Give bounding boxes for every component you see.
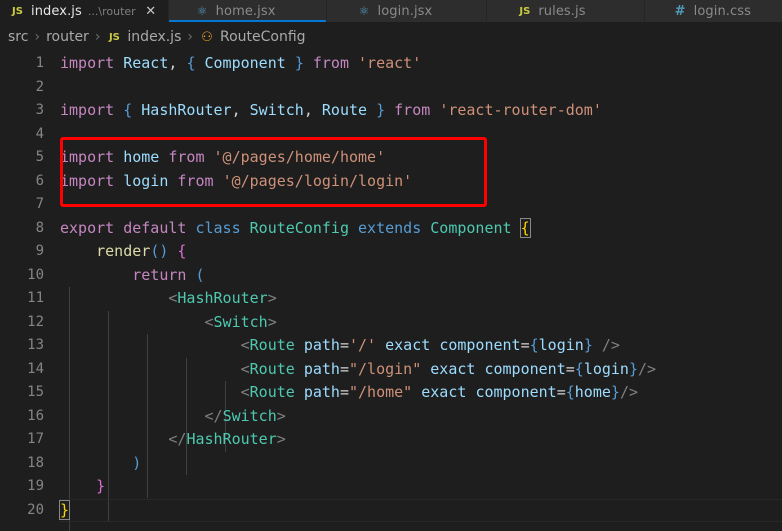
line-number: 13	[27, 337, 44, 353]
tab-label: home.jsx	[215, 3, 276, 19]
line-content: import login from '@/pages/login/login'	[60, 171, 413, 190]
code-line[interactable]: 1 import React, { Component } from 'reac…	[0, 52, 782, 76]
tab-label: index.js	[31, 3, 82, 19]
code-line-current[interactable]: 20 }	[0, 498, 782, 522]
code-line[interactable]: 12 <Switch>	[0, 311, 782, 335]
line-content: import { HashRouter, Switch, Route } fro…	[60, 101, 602, 119]
line-number: 12	[27, 313, 44, 330]
line-number: 4	[35, 125, 44, 142]
breadcrumb-separator-icon: ›	[187, 29, 193, 45]
breadcrumb-item-router[interactable]: router	[46, 29, 89, 45]
tab-label: rules.js	[538, 3, 586, 19]
code-line[interactable]: 17 </HashRouter>	[0, 428, 782, 452]
code-line[interactable]: 9 render() {	[0, 240, 782, 264]
tab-index-js[interactable]: JS index.js ...\router ✕	[0, 0, 169, 22]
line-number: 1	[35, 55, 44, 71]
code-line[interactable]: 6 import login from '@/pages/login/login…	[0, 170, 782, 194]
code-line[interactable]: 16 </Switch>	[0, 405, 782, 429]
line-number: 17	[27, 431, 44, 447]
breadcrumb-label: router	[46, 29, 89, 45]
editor-tab-bar: JS index.js ...\router ✕ ⚛ home.jsx ⚛ lo…	[0, 0, 782, 22]
code-line[interactable]: 7	[0, 193, 782, 217]
tab-label: login.jsx	[377, 3, 433, 19]
code-line[interactable]: 2	[0, 76, 782, 100]
code-line[interactable]: 13 <Route path='/' exact component={logi…	[0, 334, 782, 358]
line-number: 19	[27, 478, 44, 494]
line-content: <Route path='/' exact component={login} …	[240, 336, 620, 354]
line-number: 18	[27, 454, 44, 471]
code-line[interactable]: 5 import home from '@/pages/home/home'	[0, 146, 782, 170]
vscode-window: JS index.js ...\router ✕ ⚛ home.jsx ⚛ lo…	[0, 0, 782, 531]
code-editor[interactable]: 1 import React, { Component } from 'reac…	[0, 52, 782, 531]
line-content: }	[58, 499, 71, 520]
css-file-icon: #	[674, 3, 686, 19]
js-file-icon: JS	[108, 31, 120, 43]
line-content: <HashRouter>	[168, 289, 277, 307]
line-number: 10	[27, 266, 44, 283]
breadcrumb-item-src[interactable]: src	[8, 29, 28, 45]
line-content: }	[96, 477, 106, 495]
tab-rules-js[interactable]: JS rules.js	[487, 0, 645, 22]
tab-description: ...\router	[87, 4, 136, 18]
tab-label: login.css	[693, 3, 752, 19]
breadcrumb-item-index-js[interactable]: JS index.js	[106, 29, 181, 45]
line-content: export default class RouteConfig extends…	[60, 217, 531, 238]
code-line[interactable]: 4	[0, 123, 782, 147]
line-number: 8	[35, 219, 44, 236]
line-content: <Route path="/login" exact component={lo…	[240, 359, 657, 378]
breadcrumb-label: index.js	[127, 29, 182, 45]
current-line-highlight	[60, 498, 782, 522]
line-number: 6	[35, 172, 44, 189]
breadcrumb-label: src	[8, 29, 29, 45]
class-symbol-icon: ⚇	[201, 29, 213, 45]
line-content: <Switch>	[204, 312, 277, 331]
code-line[interactable]: 15 <Route path="/home" exact component={…	[0, 381, 782, 405]
line-number: 14	[27, 360, 44, 377]
code-line[interactable]: 11 <HashRouter>	[0, 287, 782, 311]
line-number: 2	[35, 78, 44, 95]
js-file-icon: JS	[519, 5, 531, 17]
line-number: 11	[27, 290, 44, 306]
code-lines: 1 import React, { Component } from 'reac…	[0, 52, 782, 531]
line-number: 5	[35, 149, 44, 165]
line-number: 3	[35, 102, 44, 118]
line-number: 16	[27, 407, 44, 424]
line-number: 20	[27, 501, 44, 518]
close-icon[interactable]: ✕	[144, 4, 158, 19]
react-file-icon: ⚛	[196, 4, 208, 18]
line-content: )	[132, 453, 142, 472]
line-content: </Switch>	[204, 406, 286, 425]
line-content: return (	[132, 265, 205, 284]
line-content: import home from '@/pages/home/home'	[60, 148, 386, 166]
react-file-icon: ⚛	[358, 4, 370, 18]
line-content: </HashRouter>	[168, 430, 286, 448]
tab-login-jsx[interactable]: ⚛ login.jsx	[326, 0, 488, 22]
code-line[interactable]: 10 return (	[0, 264, 782, 288]
breadcrumb-label: RouteConfig	[219, 29, 306, 45]
code-line[interactable]: 14 <Route path="/login" exact component=…	[0, 358, 782, 382]
code-line[interactable]: 19 }	[0, 475, 782, 499]
line-number: 15	[27, 384, 44, 400]
line-number: 9	[35, 243, 44, 259]
breadcrumb-item-routeconfig[interactable]: ⚇ RouteConfig	[199, 29, 306, 45]
line-content: import React, { Component } from 'react'	[60, 54, 422, 72]
breadcrumb-separator-icon: ›	[34, 29, 41, 45]
line-content: render() {	[96, 242, 187, 260]
code-line[interactable]: 18 )	[0, 452, 782, 476]
code-line[interactable]: 8 export default class RouteConfig exten…	[0, 217, 782, 241]
tab-login-css[interactable]: # login.css	[644, 0, 782, 22]
line-content: <Route path="/home" exact component={hom…	[240, 383, 638, 401]
code-line[interactable]: 3 import { HashRouter, Switch, Route } f…	[0, 99, 782, 123]
breadcrumb-separator-icon: ›	[94, 29, 101, 45]
tab-home-jsx[interactable]: ⚛ home.jsx	[168, 0, 327, 22]
js-file-icon: JS	[12, 5, 23, 17]
line-number: 7	[35, 196, 44, 212]
breadcrumb: src › router › JS index.js › ⚇ RouteConf…	[0, 22, 782, 52]
